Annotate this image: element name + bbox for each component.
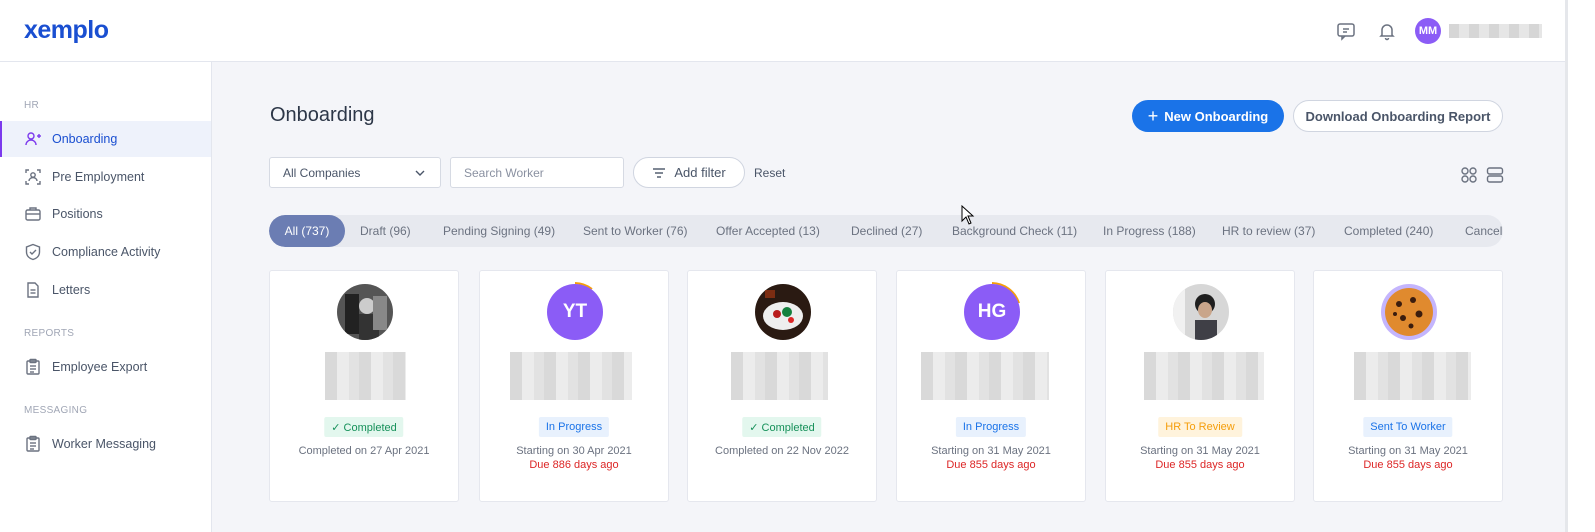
worker-avatar: YT [547,284,603,340]
add-filter-label: Add filter [674,165,726,180]
tab-all[interactable]: All (737) [269,215,345,247]
clipboard-icon [26,435,40,452]
clipboard-icon [26,358,40,375]
download-report-button[interactable]: Download Onboarding Report [1293,100,1503,132]
card-due: Due 886 days ago [529,459,619,471]
new-onboarding-button[interactable]: + New Onboarding [1132,100,1284,132]
chat-icon[interactable] [1335,20,1357,42]
card-date: Starting on 31 May 2021 [1348,445,1468,457]
sidebar-item-compliance-activity[interactable]: Compliance Activity [0,234,211,270]
grid-view-icon[interactable] [1460,166,1478,184]
worker-name-redacted [325,352,406,400]
worker-photo [755,284,811,340]
page-scrollbar[interactable] [1565,0,1595,532]
worker-card[interactable]: ✓ Completed Completed on 27 Apr 2021 [269,270,459,502]
worker-name-redacted [1354,352,1471,400]
add-filter-button[interactable]: Add filter [633,157,745,188]
briefcase-icon [25,207,41,221]
list-view-icon[interactable] [1486,166,1504,184]
tab-cancelled[interactable]: Cancell [1465,215,1503,247]
tab-draft[interactable]: Draft (96) [360,215,411,247]
sidebar-item-label: Letters [52,283,91,297]
tab-sent-to-worker[interactable]: Sent to Worker (76) [583,215,687,247]
tab-pending-signing[interactable]: Pending Signing (49) [443,215,555,247]
sidebar-item-label: Pre Employment [52,170,145,184]
sidebar-section-hr: HR [24,100,40,111]
user-avatar[interactable]: MM [1415,18,1441,44]
sidebar-section-messaging: MESSAGING [24,405,88,416]
worker-name-redacted [1144,352,1264,400]
worker-card[interactable]: ✓ Completed Completed on 22 Nov 2022 [687,270,877,502]
card-date: Starting on 30 Apr 2021 [516,445,632,457]
status-badge: In Progress [955,417,1027,437]
worker-name-redacted [510,352,632,400]
worker-name-redacted [731,352,828,400]
worker-photo [1173,284,1229,340]
status-badge: ✓ Completed [324,417,404,437]
sidebar-item-label: Worker Messaging [52,437,156,451]
user-plus-icon [25,132,41,146]
worker-avatar: HG [964,284,1020,340]
status-badge: Sent To Worker [1363,417,1453,437]
card-date: Completed on 22 Nov 2022 [715,445,849,457]
status-badge: In Progress [538,417,610,437]
filter-icon [653,167,666,178]
worker-photo [1381,284,1437,340]
chevron-down-icon [415,170,425,176]
sidebar-item-worker-messaging[interactable]: Worker Messaging [0,426,211,462]
reset-button[interactable]: Reset [754,166,785,180]
sidebar-item-employee-export[interactable]: Employee Export [0,349,211,385]
page-title: Onboarding [270,104,375,126]
card-date: Completed on 27 Apr 2021 [298,445,430,457]
card-due: Due 855 days ago [1155,459,1245,471]
worker-card[interactable]: YT In Progress Starting on 30 Apr 2021 D… [479,270,669,502]
tab-in-progress[interactable]: In Progress (188) [1103,215,1196,247]
sidebar-item-label: Compliance Activity [52,245,161,259]
worker-card[interactable]: HR To Review Starting on 31 May 2021 Due… [1105,270,1295,502]
worker-card[interactable]: HG In Progress Starting on 31 May 2021 D… [896,270,1086,502]
sidebar-item-positions[interactable]: Positions [0,196,211,232]
status-tabs: All (737) Draft (96) Pending Signing (49… [269,215,1503,247]
card-due: Due 855 days ago [946,459,1036,471]
worker-card[interactable]: Sent To Worker Starting on 31 May 2021 D… [1313,270,1503,502]
tab-declined[interactable]: Declined (27) [851,215,922,247]
status-badge: ✓ Completed [742,417,822,437]
mouse-cursor-icon [961,205,975,225]
sidebar-item-pre-employment[interactable]: Pre Employment [0,159,211,195]
sidebar-item-label: Onboarding [52,132,118,146]
plus-icon: + [1147,106,1159,126]
bell-icon[interactable] [1376,20,1398,42]
company-select-value: All Companies [283,165,361,180]
sidebar-item-letters[interactable]: Letters [0,272,211,308]
card-due: Due 855 days ago [1363,459,1453,471]
sidebar-item-onboarding[interactable]: Onboarding [0,121,211,157]
document-icon [27,282,39,298]
user-scan-icon [25,169,41,185]
top-bar: xemplo MM [0,0,1565,62]
tab-offer-accepted[interactable]: Offer Accepted (13) [716,215,820,247]
status-badge: HR To Review [1158,417,1242,437]
search-worker-input[interactable] [450,157,624,188]
company-select[interactable]: All Companies [269,157,441,188]
sidebar: HR Onboarding Pre Employment Positions C… [0,62,212,532]
sidebar-section-reports: REPORTS [24,328,75,339]
new-onboarding-label: New Onboarding [1164,108,1269,124]
tab-completed[interactable]: Completed (240) [1344,215,1433,247]
tab-hr-to-review[interactable]: HR to review (37) [1222,215,1315,247]
sidebar-item-label: Employee Export [52,360,148,374]
card-date: Starting on 31 May 2021 [1140,445,1260,457]
worker-name-redacted [921,352,1049,400]
user-name-redacted[interactable] [1449,24,1542,38]
sidebar-item-label: Positions [52,207,103,221]
worker-photo [337,284,393,340]
xemplo-logo[interactable]: xemplo [24,16,109,45]
card-date: Starting on 31 May 2021 [931,445,1051,457]
shield-check-icon [25,243,41,261]
